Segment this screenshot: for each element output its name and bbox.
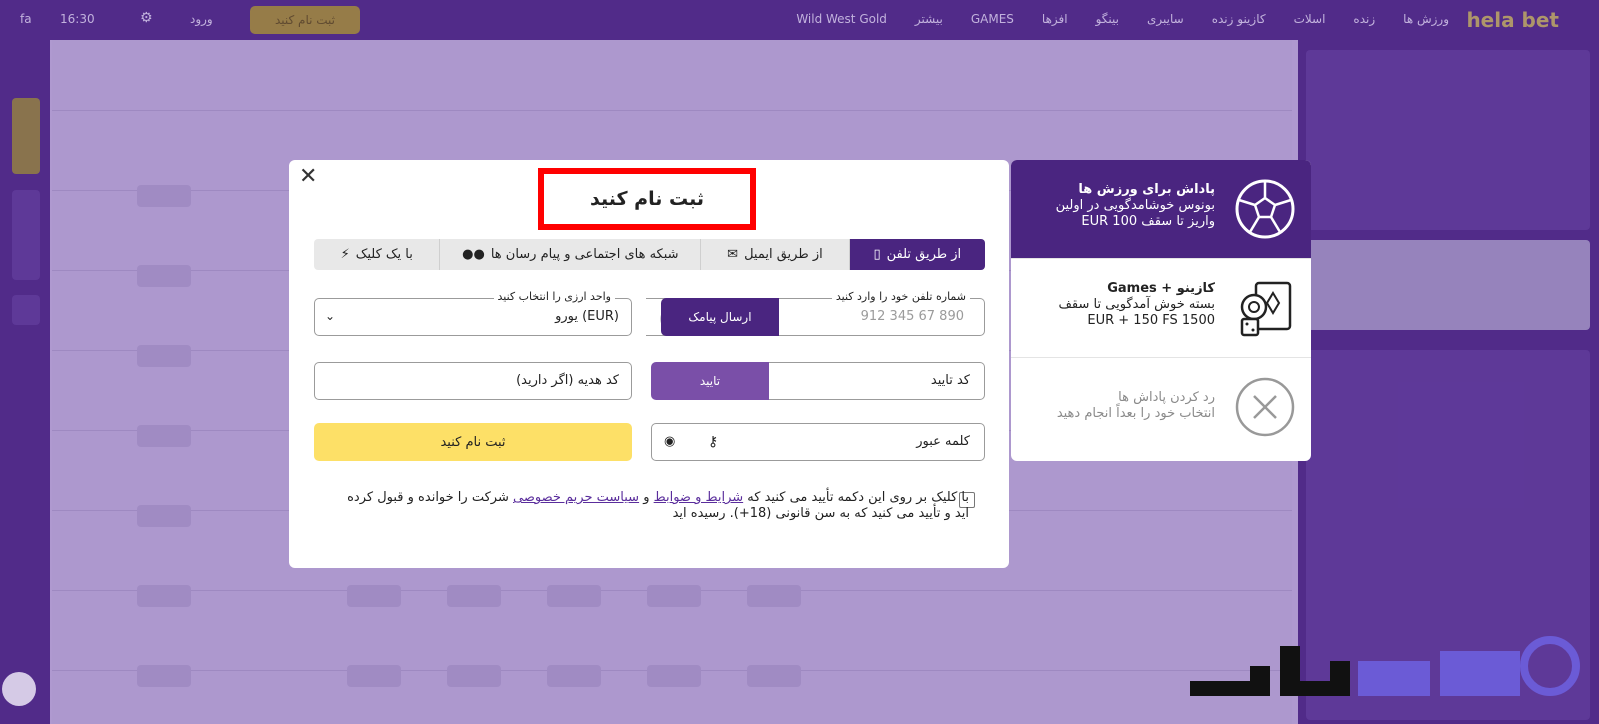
send-sms-button[interactable]: ارسال پیامک xyxy=(661,298,779,336)
terms-text: با کلیک بر روی این دکمه تأیید می کنید که… xyxy=(347,490,969,521)
registration-tabs: ▯ از طریق تلفن ✉ از طریق ایمیل ●● شبکه ه… xyxy=(314,239,985,270)
verify-code-field[interactable]: کد تایید xyxy=(769,362,985,400)
bonus-selector: پاداش برای ورزش ها بونوس خوشامدگویی در ا… xyxy=(1011,160,1311,461)
phone-icon: ▯ xyxy=(873,247,881,262)
soccer-ball-icon xyxy=(1235,179,1295,239)
chevron-down-icon[interactable]: ⌄ xyxy=(325,309,335,323)
tab-phone[interactable]: ▯ از طریق تلفن xyxy=(848,239,985,270)
register-submit-button[interactable]: ثبت نام کنید xyxy=(314,423,632,461)
bonus-option-sports[interactable]: پاداش برای ورزش ها بونوس خوشامدگویی در ا… xyxy=(1011,160,1311,259)
modal-title: ثبت نام کنید xyxy=(538,168,756,230)
confirm-code-button[interactable]: تایید xyxy=(651,362,769,400)
tab-one-click[interactable]: ⚡ با یک کلیک xyxy=(314,239,440,270)
privacy-link[interactable]: سیاست حریم خصوصی xyxy=(513,490,639,505)
bolt-icon: ⚡ xyxy=(340,247,350,262)
eye-slash-icon[interactable]: ◉ xyxy=(664,434,675,449)
watermark-logo xyxy=(1190,636,1580,696)
tab-social[interactable]: ●● شبکه های اجتماعی و پیام رسان ها xyxy=(439,239,701,270)
casino-chips-icon xyxy=(1240,281,1292,337)
users-icon: ●● xyxy=(462,247,485,262)
password-field[interactable]: کلمه عبور ⚷ ◉ xyxy=(651,423,985,461)
envelope-icon: ✉ xyxy=(727,247,739,262)
bonus-option-casino[interactable]: کازینو + Games بسته خوش آمدگویی تا سقف 1… xyxy=(1011,259,1311,358)
promo-code-field[interactable]: کد هدیه (اگر دارید) xyxy=(314,362,632,400)
bonus-title: کازینو + Games xyxy=(1107,281,1215,296)
phone-input[interactable]: 912 345 67 890 xyxy=(861,309,964,324)
terms-link[interactable]: شرایط و ضوابط xyxy=(654,490,744,505)
currency-select[interactable]: واحد ارزی را انتخاب کنید یورو (EUR) ⌄ xyxy=(314,290,632,336)
bonus-option-decline[interactable]: رد کردن پاداش ها انتخاب خود را بعداً انج… xyxy=(1011,358,1311,457)
close-circle-icon xyxy=(1235,377,1295,437)
bonus-title: رد کردن پاداش ها xyxy=(1118,390,1215,405)
registration-modal: ✕ ثبت نام کنید ▯ از طریق تلفن ✉ از طریق … xyxy=(289,160,1009,568)
tab-email[interactable]: ✉ از طریق ایمیل xyxy=(700,239,849,270)
bonus-title: پاداش برای ورزش ها xyxy=(1078,182,1215,197)
key-icon: ⚷ xyxy=(708,434,719,450)
close-icon[interactable]: ✕ xyxy=(299,164,317,189)
